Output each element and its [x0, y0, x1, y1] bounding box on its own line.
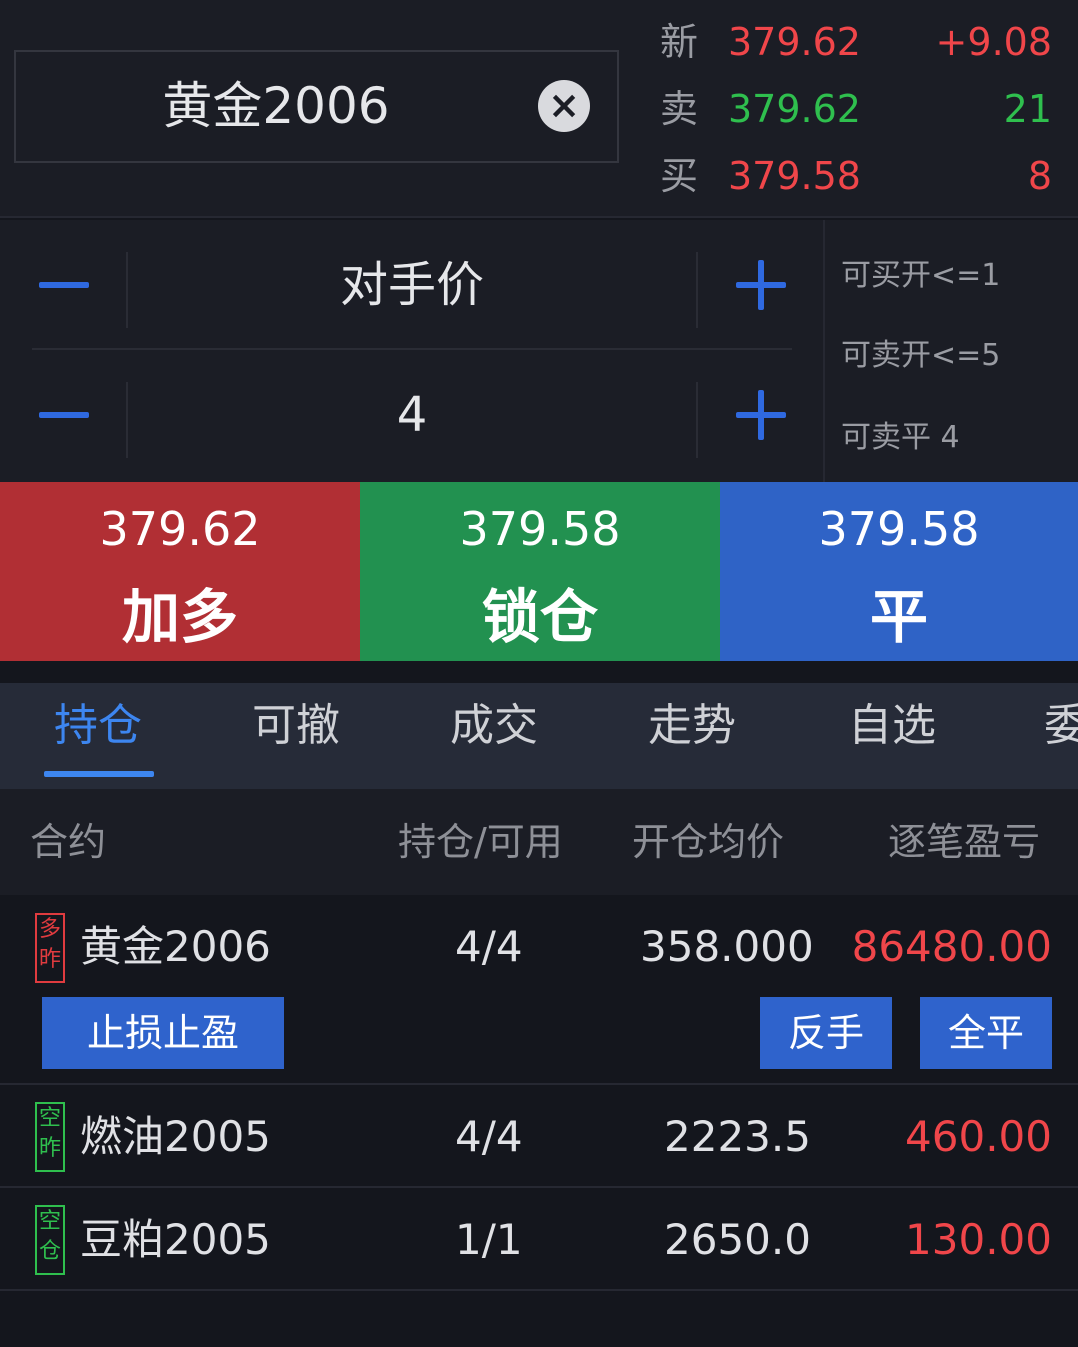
quote-row-last: 新 379.62 +9.08 [660, 12, 1060, 72]
price-stepper: 对手价 [32, 220, 792, 350]
available-sell-open: 可卖开<=5 [841, 338, 1001, 373]
avg-price-cell: 2650.0 [664, 1215, 811, 1264]
header-position: 持仓/可用 [398, 820, 563, 864]
quote-volume: 21 [1003, 87, 1052, 131]
close-position-button[interactable]: 379.58 平 [720, 482, 1078, 661]
header-contract: 合约 [30, 820, 107, 864]
contract-cell: 豆粕2005 [80, 1215, 271, 1264]
quote-row-bid: 买 379.58 8 [660, 146, 1060, 206]
tab-watchlist[interactable]: 自选 [848, 683, 936, 789]
avg-price-cell: 2223.5 [664, 1112, 811, 1161]
position-badge: 空仓 [35, 1205, 65, 1275]
action-buttons: 379.62 加多 379.58 锁仓 379.58 平 [0, 482, 1078, 661]
tab-orders[interactable]: 委 [1044, 683, 1078, 789]
action-label: 平 [869, 583, 928, 651]
price-minus-icon[interactable] [32, 220, 127, 350]
quote-volume: 8 [1027, 154, 1052, 198]
close-all-button[interactable]: 全平 [920, 997, 1052, 1069]
quote-header: 黄金2006 × 新 379.62 +9.08 卖 379.62 21 买 37… [0, 0, 1078, 218]
pnl-cell: 130.00 [905, 1215, 1052, 1264]
quote-price: 379.62 [728, 20, 861, 64]
tab-bar: 持仓 可撤 成交 走势 自选 委 [0, 683, 1078, 789]
quantity-minus-icon[interactable] [32, 350, 127, 480]
position-cell: 4/4 [455, 922, 523, 971]
table-row[interactable]: 多昨 黄金2006 4/4 358.000 86480.00 止损止盈 反手 全… [0, 895, 1078, 1085]
quantity-stepper: 4 [32, 350, 792, 480]
order-entry: 对手价 4 可买开<=1 可卖开<=5 可卖平 4 [0, 220, 1078, 482]
position-badge: 多昨 [35, 913, 65, 983]
quote-row-ask: 卖 379.62 21 [660, 79, 1060, 139]
tab-cancelable[interactable]: 可撤 [252, 683, 340, 789]
quantity-input[interactable]: 4 [128, 350, 696, 480]
stop-loss-take-profit-button[interactable]: 止损止盈 [42, 997, 284, 1069]
position-cell: 4/4 [455, 1112, 523, 1161]
tab-trend[interactable]: 走势 [648, 683, 736, 789]
quote-label: 卖 [660, 87, 699, 131]
available-buy-open: 可买开<=1 [841, 258, 1001, 293]
contract-name[interactable]: 黄金2006 [16, 52, 536, 161]
contract-cell: 燃油2005 [80, 1112, 271, 1161]
quote-label: 买 [660, 154, 699, 198]
clear-icon[interactable]: × [538, 80, 590, 132]
positions-table-header: 合约 持仓/可用 开仓均价 逐笔盈亏 [0, 789, 1078, 895]
action-price: 379.62 [99, 502, 261, 556]
quote-label: 新 [660, 20, 699, 64]
pnl-cell: 460.00 [905, 1112, 1052, 1161]
available-sell-close: 可卖平 4 [841, 420, 960, 455]
tab-trades[interactable]: 成交 [450, 683, 538, 789]
contract-cell: 黄金2006 [80, 922, 271, 971]
lock-position-button[interactable]: 379.58 锁仓 [360, 482, 720, 661]
table-row[interactable]: 空仓 豆粕2005 1/1 2650.0 130.00 [0, 1188, 1078, 1291]
header-avg-price: 开仓均价 [632, 820, 785, 864]
table-row[interactable]: 空昨 燃油2005 4/4 2223.5 460.00 [0, 1085, 1078, 1188]
quote-price: 379.62 [728, 87, 861, 131]
availability-panel: 可买开<=1 可卖开<=5 可卖平 4 [823, 220, 1078, 482]
contract-selector[interactable]: 黄金2006 × [14, 50, 619, 163]
header-pnl: 逐笔盈亏 [888, 820, 1041, 864]
action-price: 379.58 [459, 502, 621, 556]
position-badge: 空昨 [35, 1102, 65, 1172]
action-label: 加多 [121, 583, 238, 651]
price-plus-icon[interactable] [698, 220, 792, 350]
quote-change: +9.08 [935, 20, 1052, 64]
add-long-button[interactable]: 379.62 加多 [0, 482, 360, 661]
position-cell: 1/1 [455, 1215, 523, 1264]
reverse-button[interactable]: 反手 [760, 997, 892, 1069]
action-price: 379.58 [818, 502, 980, 556]
price-input[interactable]: 对手价 [128, 220, 696, 350]
quote-price: 379.58 [728, 154, 861, 198]
active-tab-indicator [44, 771, 154, 777]
action-label: 锁仓 [481, 583, 598, 651]
avg-price-cell: 358.000 [640, 922, 814, 971]
quantity-plus-icon[interactable] [698, 350, 792, 480]
pnl-cell: 86480.00 [851, 922, 1052, 971]
